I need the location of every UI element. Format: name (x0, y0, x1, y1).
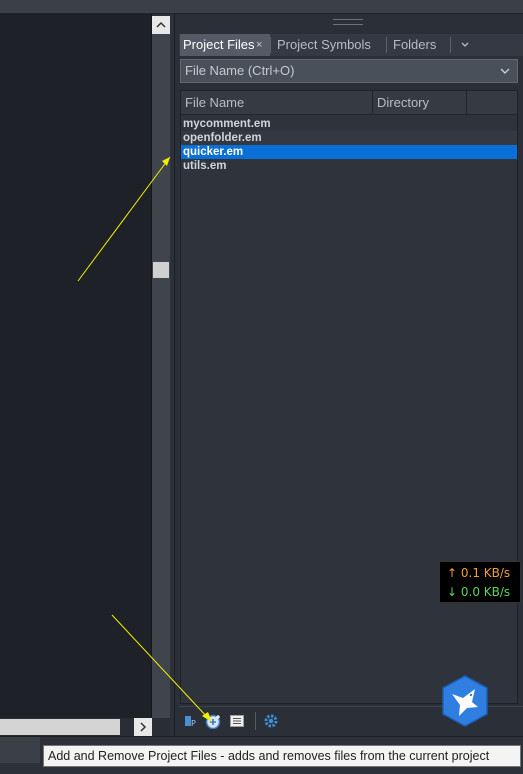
scroll-right-button[interactable] (134, 718, 152, 736)
list-item[interactable]: mycomment.em (181, 117, 517, 131)
close-icon[interactable]: × (256, 34, 262, 56)
status-bar-segment (0, 737, 40, 763)
horizontal-scroll-thumb[interactable] (0, 719, 120, 735)
tooltip: Add and Remove Project Files - adds and … (43, 745, 521, 767)
list-header: File Name Directory (181, 91, 517, 115)
toolbar-divider (255, 712, 256, 730)
panel-tabs: Project Files × Project Symbols Folders (179, 34, 523, 56)
network-speed-widget: ↑ 0.1 KB/s ↓ 0.0 KB/s (439, 561, 521, 603)
tab-label: Project Symbols (277, 37, 371, 52)
list-item[interactable]: utils.em (181, 159, 517, 173)
scroll-up-button[interactable] (152, 16, 170, 34)
tab-project-files[interactable]: Project Files × (180, 34, 270, 56)
project-panel: Project Files × Project Symbols Folders … (174, 14, 523, 736)
horizontal-scrollbar[interactable] (0, 718, 170, 736)
project-files-icon[interactable]: P (183, 713, 199, 729)
file-rows: mycomment.em openfolder.em quicker.em ut… (181, 117, 517, 173)
download-speed: ↓ 0.0 KB/s (447, 585, 511, 599)
tab-label: Project Files (183, 37, 255, 52)
list-item-selected[interactable]: quicker.em (181, 145, 517, 159)
title-strip (0, 0, 523, 14)
tab-divider (270, 37, 271, 53)
column-header-file-name[interactable]: File Name (181, 91, 373, 115)
vertical-scroll-thumb[interactable] (153, 262, 169, 278)
app-window: Project Files × Project Symbols Folders … (0, 0, 523, 774)
chevron-right-icon (140, 722, 147, 732)
file-list-icon[interactable] (229, 713, 245, 729)
editor-area[interactable] (0, 14, 152, 718)
chevron-up-icon (156, 21, 166, 28)
quicker-bird-icon[interactable] (438, 674, 492, 728)
settings-gear-icon[interactable] (263, 713, 279, 729)
tab-project-symbols[interactable]: Project Symbols (274, 34, 386, 56)
upload-speed: ↑ 0.1 KB/s (447, 566, 511, 580)
list-item[interactable]: openfolder.em (181, 131, 517, 145)
tab-folders[interactable]: Folders (390, 34, 450, 56)
file-name-search-input[interactable]: File Name (Ctrl+O) (180, 59, 518, 83)
vertical-scrollbar[interactable] (152, 14, 170, 736)
svg-text:P: P (191, 719, 196, 728)
vertical-scroll-track[interactable] (152, 34, 170, 718)
chevron-down-icon (461, 42, 469, 47)
add-remove-files-icon[interactable] (205, 713, 221, 730)
tab-label: Folders (393, 37, 437, 52)
tab-divider (386, 37, 387, 53)
panel-drag-grip[interactable] (333, 19, 363, 25)
search-placeholder: File Name (Ctrl+O) (185, 63, 295, 78)
tab-menu-button[interactable] (456, 34, 474, 56)
column-header-directory[interactable]: Directory (373, 91, 467, 115)
tab-divider (450, 37, 451, 53)
chevron-down-icon[interactable] (499, 60, 511, 91)
project-file-list: File Name Directory mycomment.em openfol… (180, 90, 518, 704)
